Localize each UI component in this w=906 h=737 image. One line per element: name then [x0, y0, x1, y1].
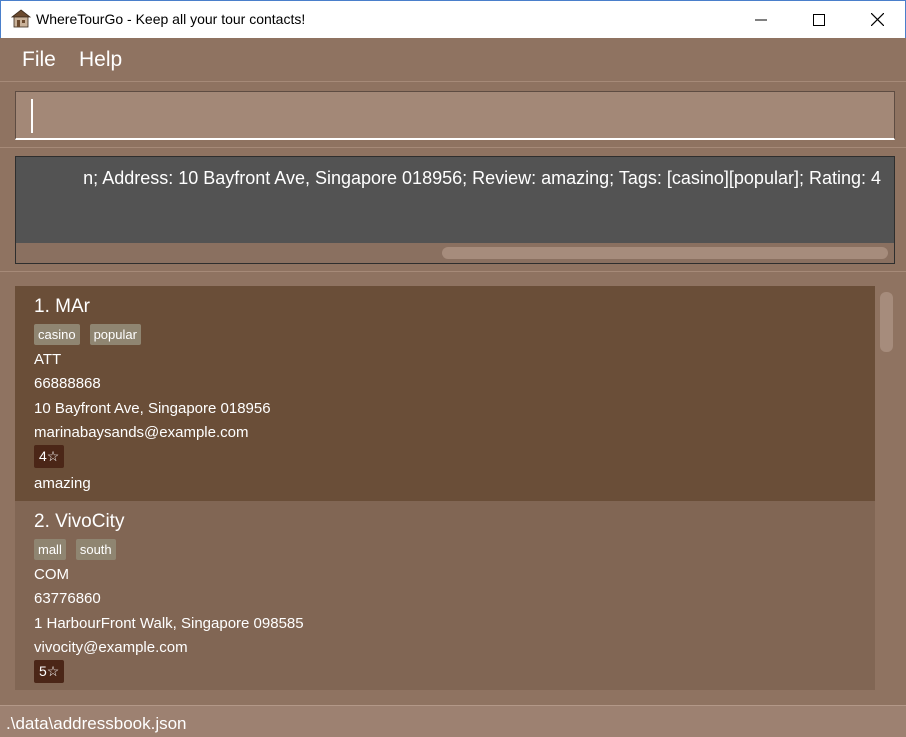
- result-display-container: n; Address: 10 Bayfront Ave, Singapore 0…: [0, 149, 906, 272]
- result-display[interactable]: n; Address: 10 Bayfront Ave, Singapore 0…: [15, 156, 895, 264]
- contact-list-scrollbar-thumb[interactable]: [880, 292, 893, 352]
- maximize-icon: [813, 13, 825, 26]
- tag-label: casino: [34, 324, 80, 345]
- contact-phone: 63776860: [34, 590, 101, 607]
- save-location-path: .\data\addressbook.json: [6, 714, 187, 733]
- result-scrollbar-thumb[interactable]: [442, 247, 888, 259]
- contact-phone: 66888868: [34, 375, 101, 392]
- menu-file[interactable]: File: [22, 48, 56, 72]
- minimize-button[interactable]: [732, 1, 790, 38]
- result-text: n; Address: 10 Bayfront Ave, Singapore 0…: [83, 168, 881, 188]
- contact-address: 10 Bayfront Ave, Singapore 018956: [34, 400, 271, 417]
- minimize-icon: [755, 19, 767, 20]
- rating-badge: 5☆: [34, 660, 65, 683]
- close-icon: [870, 13, 884, 26]
- tag-label: south: [75, 539, 116, 560]
- tag-label: mall: [34, 539, 66, 560]
- contact-email: vivocity@example.com: [34, 639, 188, 656]
- contact-list[interactable]: 1. MAr casino popular ATT 66888868 10 Ba…: [15, 286, 895, 690]
- status-bar: .\data\addressbook.json: [0, 705, 906, 737]
- contact-tags: casino popular: [34, 324, 141, 345]
- contact-card[interactable]: 1. MAr casino popular ATT 66888868 10 Ba…: [15, 286, 875, 501]
- window-titlebar[interactable]: WhereTourGo - Keep all your tour contact…: [0, 0, 906, 38]
- contact-list-panel: 1. MAr casino popular ATT 66888868 10 Ba…: [0, 272, 906, 704]
- contact-address: 1 HarbourFront Walk, Singapore 098585: [34, 615, 304, 632]
- menu-help[interactable]: Help: [79, 48, 122, 72]
- contact-tags: mall south: [34, 539, 116, 560]
- contact-category: COM: [34, 566, 69, 583]
- contact-name: 2. VivoCity: [34, 511, 125, 532]
- text-caret: [31, 99, 33, 133]
- app-logo-icon: [11, 9, 31, 28]
- contact-email: marinabaysands@example.com: [34, 424, 249, 441]
- contact-review: amazing: [34, 475, 91, 492]
- command-input[interactable]: [15, 91, 895, 140]
- result-horizontal-scrollbar[interactable]: [16, 243, 894, 263]
- tag-label: popular: [89, 324, 141, 345]
- contact-card[interactable]: 2. VivoCity mall south COM 63776860 1 Ha…: [15, 501, 875, 690]
- contact-name: 1. MAr: [34, 296, 90, 317]
- contact-list-vertical-scrollbar[interactable]: [877, 286, 895, 690]
- contact-category: ATT: [34, 351, 62, 368]
- close-button[interactable]: [848, 1, 906, 38]
- maximize-button[interactable]: [790, 1, 848, 38]
- rating-badge: 4☆: [34, 445, 65, 468]
- menu-bar: File Help: [0, 38, 906, 82]
- window-title: WhereTourGo - Keep all your tour contact…: [36, 11, 306, 27]
- command-box-container: [0, 83, 906, 148]
